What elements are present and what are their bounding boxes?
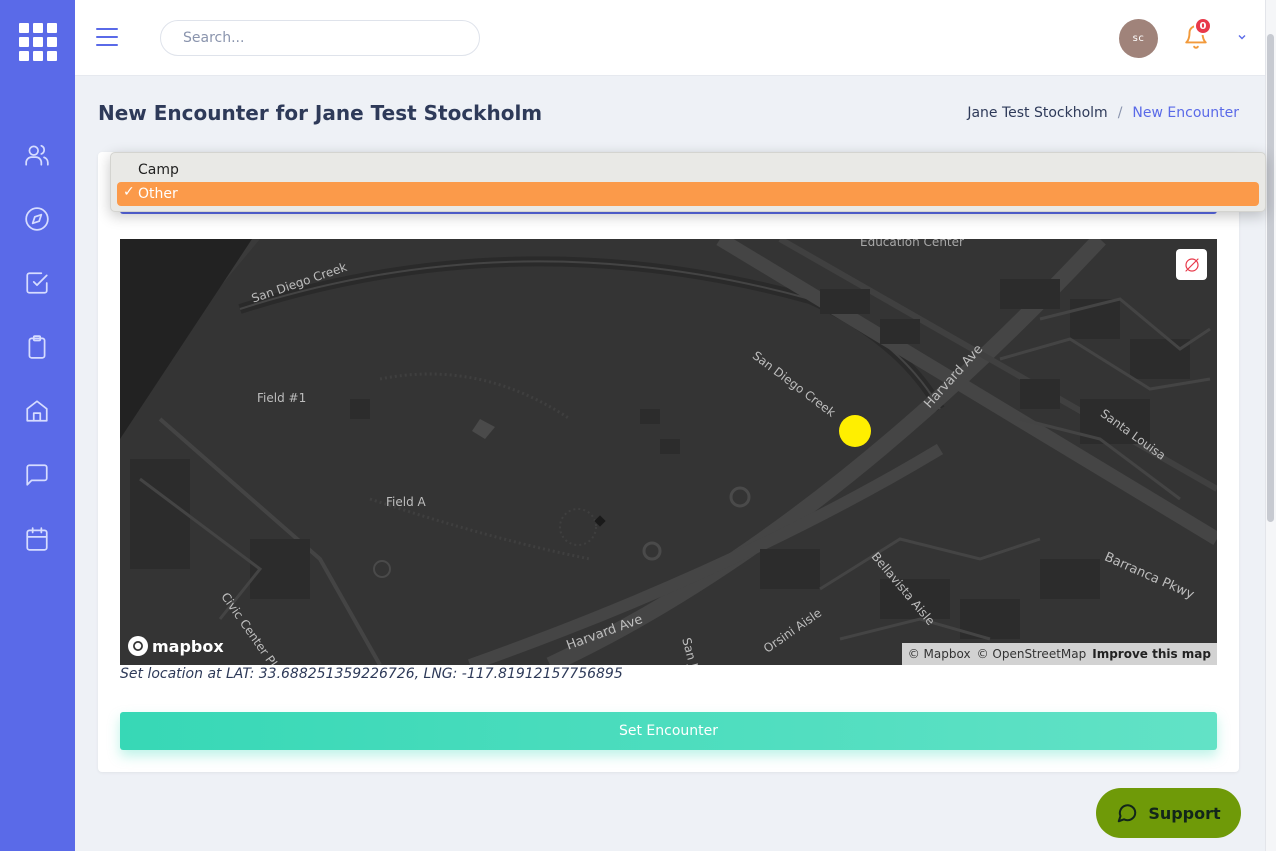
improve-map-link[interactable]: Improve this map xyxy=(1092,647,1211,661)
chevron-down-icon[interactable] xyxy=(1236,31,1248,43)
support-label: Support xyxy=(1148,803,1221,823)
dropdown-option-other[interactable]: ✓ Other xyxy=(117,182,1259,206)
menu-toggle-icon[interactable] xyxy=(96,28,118,46)
calendar-icon[interactable] xyxy=(23,525,51,553)
breadcrumb-patient-link[interactable]: Jane Test Stockholm xyxy=(967,105,1107,121)
map-label-field-1: Field #1 xyxy=(257,391,307,405)
map[interactable]: Education Center San Diego Creek San Die… xyxy=(120,239,1217,665)
users-icon[interactable] xyxy=(23,141,51,169)
map-visibility-toggle-icon[interactable] xyxy=(1176,249,1207,280)
location-marker[interactable] xyxy=(839,415,871,447)
page-title: New Encounter for Jane Test Stockholm xyxy=(98,101,543,125)
mapbox-logo-icon xyxy=(128,636,148,656)
dropdown-option-label: Other xyxy=(138,186,178,202)
search-input[interactable] xyxy=(160,20,480,56)
attribution-mapbox-link[interactable]: © Mapbox xyxy=(908,647,971,661)
scrollbar-thumb[interactable] xyxy=(1267,34,1274,522)
notification-badge: 0 xyxy=(1194,17,1212,35)
breadcrumb: Jane Test Stockholm / New Encounter xyxy=(967,105,1239,121)
map-base-layer xyxy=(120,239,1217,665)
mapbox-logo[interactable]: mapbox xyxy=(128,636,224,656)
checkbox-icon[interactable] xyxy=(23,269,51,297)
map-attribution: © Mapbox © OpenStreetMap Improve this ma… xyxy=(901,643,1217,665)
dropdown-option-camp[interactable]: Camp xyxy=(117,158,1259,182)
sidebar xyxy=(0,0,75,851)
chat-icon[interactable] xyxy=(23,461,51,489)
clipboard-icon[interactable] xyxy=(23,333,51,361)
breadcrumb-current: New Encounter xyxy=(1132,105,1239,121)
top-header: sc 0 xyxy=(75,0,1265,76)
map-label-field-a: Field A xyxy=(386,495,426,509)
avatar[interactable]: sc xyxy=(1119,19,1158,58)
compass-icon[interactable] xyxy=(23,205,51,233)
location-coordinates-text: Set location at LAT: 33.688251359226726,… xyxy=(120,666,623,682)
home-icon[interactable] xyxy=(23,397,51,425)
checkmark-icon: ✓ xyxy=(123,184,135,200)
set-encounter-button[interactable]: Set Encounter xyxy=(120,712,1217,750)
map-label-education-center: Education Center xyxy=(860,239,964,249)
dropdown-option-label: Camp xyxy=(138,162,179,178)
support-button[interactable]: Support xyxy=(1096,788,1241,838)
attribution-osm-link[interactable]: © OpenStreetMap xyxy=(977,647,1087,661)
mapbox-logo-text: mapbox xyxy=(152,636,224,656)
breadcrumb-separator: / xyxy=(1117,105,1123,121)
apps-grid-icon[interactable] xyxy=(19,23,57,61)
encounter-type-dropdown[interactable]: Camp ✓ Other xyxy=(110,152,1266,212)
chat-bubble-icon xyxy=(1118,804,1137,823)
